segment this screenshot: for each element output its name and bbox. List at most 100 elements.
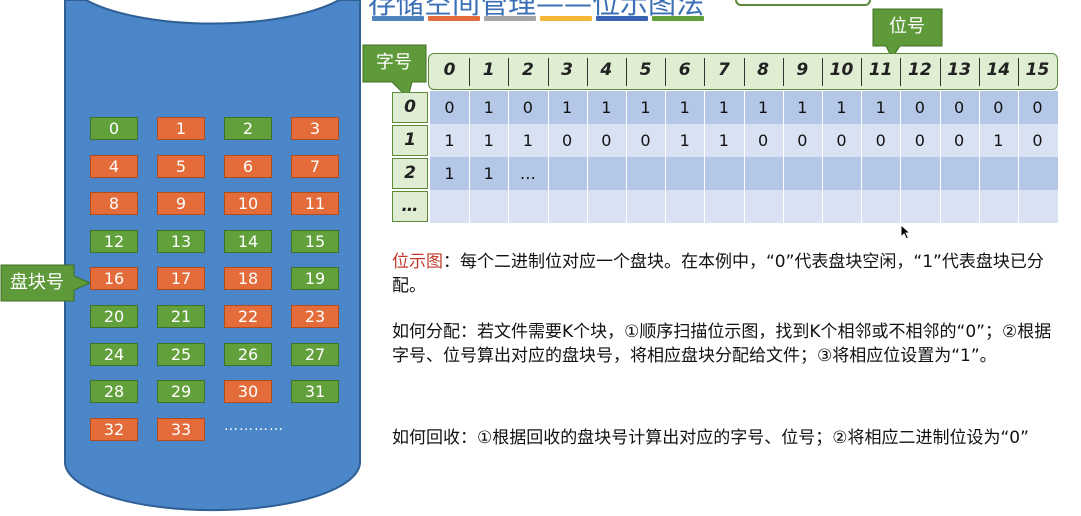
disk-block-27: 27 [291,342,339,366]
bit-cell: 0 [1032,131,1043,150]
disk-block-30: 30 [224,380,272,404]
cell-divider [939,190,941,223]
cell-divider [508,190,510,223]
cell-divider [900,190,902,223]
cell-divider [586,190,588,223]
header-divider [743,58,745,86]
disk-block-2: 2 [224,117,272,140]
bit-header-10: 10 [829,60,854,80]
cell-divider [782,157,784,190]
header-divider [900,58,902,86]
header-divider [782,58,784,86]
cell-divider [900,157,902,190]
disk-block-22: 22 [224,305,272,328]
header-divider [704,58,706,86]
bit-header-14: 14 [986,60,1011,80]
bit-header-13: 13 [947,60,971,80]
bit-header-11: 11 [868,60,893,80]
cell-divider [1018,157,1019,190]
bitmap-definition-text: ：每个二进制位对应一个盘块。在本例中，“0”代表盘块空闲，“1”代表盘块已分配。 [392,252,1044,296]
bit-cell: 0 [914,98,925,117]
disk-block-18: 18 [224,267,272,291]
header-divider [822,58,823,86]
bit-cell: 1 [718,98,729,117]
bit-cell: 1 [640,98,651,117]
disk-block-24: 24 [90,342,138,366]
bit-header-12: 12 [908,60,932,80]
disk-block-23: 23 [291,305,339,328]
word-label-1: 1 [392,125,428,156]
disk-block-12: 12 [90,229,138,253]
header-divider [586,58,588,86]
bit-cell: 0 [914,131,925,150]
bit-header-3: 3 [561,60,574,80]
cell-divider [822,190,823,223]
bit-cell: 0 [954,98,965,117]
cell-divider [939,157,941,190]
word-number-label: 字号 [376,52,412,73]
cell-divider [626,190,627,223]
blocks-ellipsis: ………… [224,418,284,434]
cell-divider [743,157,745,190]
header-divider [626,58,627,86]
title-color-segment [372,16,424,21]
bit-cell: 0 [875,131,886,150]
bit-header-1: 1 [482,60,495,80]
header-divider [665,58,667,86]
bit-cell: 0 [993,98,1004,117]
cell-divider [978,157,980,190]
bit-cell: 1 [836,98,847,117]
cell-divider [704,157,706,190]
disk-block-11: 11 [291,192,339,216]
header-divider [1018,58,1019,86]
bit-cell: … [519,164,536,183]
recycle-paragraph: 如何回收：①根据回收的盘块号计算出对应的字号、位号；②将相应二进制位设为“0” [392,428,1029,448]
bit-cell: 1 [483,98,494,117]
bit-cell: 0 [562,131,573,150]
disk-block-19: 19 [291,267,339,291]
bit-cell: 0 [522,98,533,117]
disk-block-6: 6 [224,154,272,178]
disk-block-9: 9 [157,192,205,216]
title-color-segment [596,16,648,21]
allocation-paragraph: 如何分配：若文件需要K个块，①顺序扫描位示图，找到K个相邻或不相邻的“0”；②根… [392,322,1052,366]
cell-divider [547,157,549,190]
cell-divider [586,157,588,190]
mouse-cursor-icon [900,224,912,240]
bit-cell: 1 [601,98,612,117]
bit-number-label: 位号 [889,16,925,37]
header-divider [469,58,471,86]
disk-block-26: 26 [224,342,272,366]
bit-cell: 1 [522,131,533,150]
bit-cell: 0 [1032,98,1043,117]
bit-cell: 1 [444,131,455,150]
disk-block-32: 32 [90,417,138,441]
cell-divider [626,157,627,190]
header-divider [547,58,549,86]
bit-cell: 1 [875,98,886,117]
bit-cell: 1 [562,98,573,117]
disk-block-14: 14 [224,229,272,253]
bit-header-0: 0 [443,60,456,80]
cell-divider [547,190,549,223]
disk-block-31: 31 [291,380,339,404]
word-label-0: 0 [392,92,428,123]
cell-divider [704,190,706,223]
bit-cell: 1 [758,98,769,117]
disk-block-5: 5 [157,154,205,178]
header-divider [861,58,863,86]
bit-cell: 0 [758,131,769,150]
cell-divider [861,190,863,223]
cell-divider [1018,190,1019,223]
title-color-segment [652,16,704,21]
cell-divider [665,190,667,223]
bit-cell: 0 [640,131,651,150]
cell-divider [822,157,823,190]
bit-cell: 1 [483,164,494,183]
disk-block-4: 4 [90,154,138,178]
bit-cell: 0 [444,98,455,117]
header-divider [978,58,980,86]
disk-block-25: 25 [157,342,205,366]
bit-header-6: 6 [678,60,691,80]
disk-block-28: 28 [90,380,138,404]
